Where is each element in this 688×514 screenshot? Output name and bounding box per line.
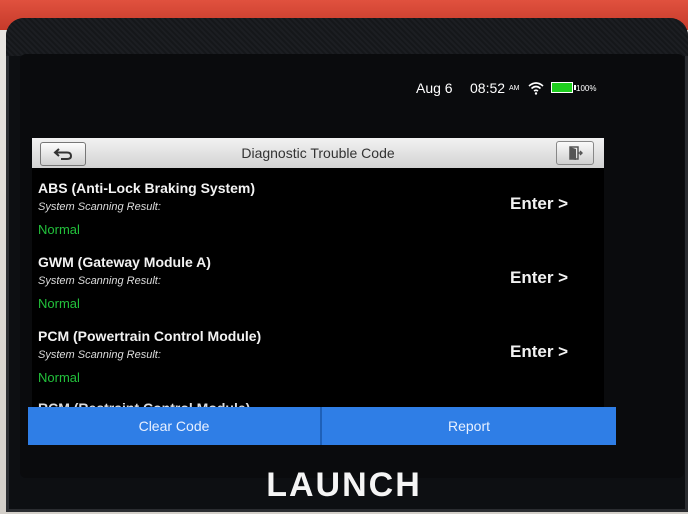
status-bar: Aug 6 08:52 AM 100% [20, 79, 612, 97]
title-bar: Diagnostic Trouble Code [32, 138, 604, 169]
battery-icon [551, 82, 576, 93]
module-name: ABS (Anti-Lock Braking System) [38, 180, 256, 196]
status-ampm: AM [509, 85, 520, 92]
enter-button-gwm[interactable]: Enter > [510, 268, 568, 288]
module-name: GWM (Gateway Module A) [38, 254, 211, 270]
clear-code-button[interactable]: Clear Code [28, 407, 320, 445]
module-row-pcm[interactable]: PCM (Powertrain Control Module) System S… [32, 316, 604, 390]
exit-button[interactable] [556, 141, 594, 165]
enter-button-abs[interactable]: Enter > [510, 194, 568, 214]
scan-result-label: System Scanning Result: [38, 349, 161, 361]
battery-percent: 100% [576, 84, 597, 93]
scan-result-label: System Scanning Result: [38, 201, 161, 213]
scan-result-label: System Scanning Result: [38, 275, 161, 287]
scan-result-status: Normal [38, 370, 80, 385]
launch-logo: LAUNCH [266, 466, 422, 504]
scan-result-status: Normal [38, 222, 80, 237]
module-row-abs[interactable]: ABS (Anti-Lock Braking System) System Sc… [32, 168, 604, 242]
module-row-gwm[interactable]: GWM (Gateway Module A) System Scanning R… [32, 242, 604, 316]
enter-button-pcm[interactable]: Enter > [510, 342, 568, 362]
action-bar: Clear Code Report [28, 407, 616, 445]
dtc-module-list: ABS (Anti-Lock Braking System) System Sc… [32, 168, 604, 408]
report-button[interactable]: Report [322, 407, 616, 445]
status-date: Aug 6 [416, 80, 453, 96]
exit-icon [569, 146, 583, 160]
wifi-icon [528, 81, 544, 95]
module-name: PCM (Powertrain Control Module) [38, 328, 262, 344]
status-time: 08:52 [470, 80, 506, 96]
page-title: Diagnostic Trouble Code [241, 145, 395, 161]
scan-result-status: Normal [38, 296, 80, 311]
